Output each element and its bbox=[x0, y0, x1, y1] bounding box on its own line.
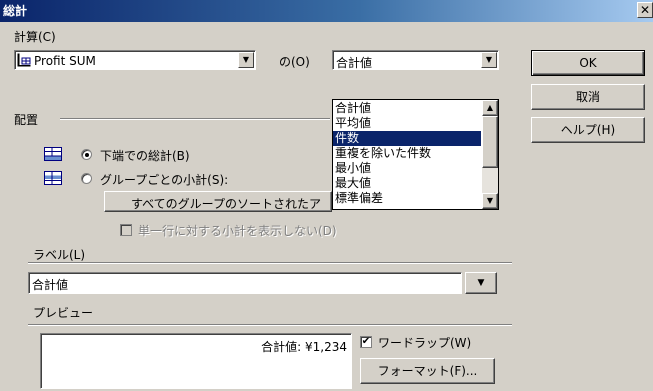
chevron-down-icon[interactable]: ▼ bbox=[481, 52, 497, 68]
chevron-down-icon: ▼ bbox=[477, 278, 485, 288]
scroll-down-icon[interactable]: ▼ bbox=[482, 193, 498, 209]
label-dropdown-button[interactable]: ▼ bbox=[465, 272, 497, 294]
dropdown-scrollbar[interactable]: ▲ ▼ bbox=[482, 100, 498, 209]
preview-text: 合計値: ¥1,234 bbox=[261, 340, 347, 354]
function-select-value: 合計値 bbox=[336, 56, 373, 70]
window-title: 総計 bbox=[3, 4, 28, 18]
placement-divider bbox=[60, 118, 330, 120]
radio-bottom-total[interactable] bbox=[81, 149, 92, 160]
hide-single-row-checkbox[interactable] bbox=[120, 224, 132, 236]
group-select-value: すべてのグループのソートされたア bbox=[131, 197, 321, 211]
field-select-value: Profit SUM bbox=[34, 54, 96, 68]
dropdown-option[interactable]: 最大値 bbox=[333, 176, 481, 191]
of-label: の(O) bbox=[279, 55, 310, 69]
label-divider bbox=[28, 262, 512, 264]
preview-label: プレビュー bbox=[33, 306, 94, 320]
dropdown-option[interactable]: 平均値 bbox=[333, 116, 481, 131]
group-select[interactable]: すべてのグループのソートされたア bbox=[104, 191, 332, 212]
cancel-button[interactable]: 取消 bbox=[531, 84, 645, 110]
chevron-down-icon[interactable]: ▼ bbox=[238, 52, 254, 68]
field-select[interactable]: Profit SUM ▼ bbox=[14, 50, 256, 70]
label-input-value: 合計値 bbox=[32, 278, 69, 292]
close-button[interactable]: ✕ bbox=[637, 2, 653, 18]
preview-box: 合計値: ¥1,234 bbox=[40, 333, 352, 389]
scroll-thumb[interactable] bbox=[482, 116, 498, 168]
wordwrap-checkbox[interactable]: ✔ bbox=[360, 336, 372, 348]
dropdown-option[interactable]: 重複を除いた件数 bbox=[333, 146, 481, 161]
grid-bottom-icon bbox=[44, 147, 62, 161]
format-button[interactable]: フォーマット(F)... bbox=[360, 358, 495, 384]
label-input[interactable]: 合計値 bbox=[28, 272, 462, 294]
wordwrap-label[interactable]: ワードラップ(W) bbox=[378, 334, 471, 351]
dropdown-option[interactable]: 最小値 bbox=[333, 161, 481, 176]
calc-label: 計算(C) bbox=[14, 30, 56, 44]
radio-bottom-total-label[interactable]: 下端での総計(B) bbox=[100, 147, 190, 164]
dropdown-option[interactable]: 合計値 bbox=[333, 101, 481, 116]
title-bar: 総計 ✕ bbox=[0, 0, 653, 22]
radio-group-subtotal-label[interactable]: グループごとの小計(S): bbox=[100, 171, 228, 188]
grid-group-icon bbox=[44, 171, 62, 185]
radio-group-subtotal[interactable] bbox=[81, 173, 92, 184]
label-section-label: ラベル(L) bbox=[33, 248, 86, 262]
scroll-up-icon[interactable]: ▲ bbox=[482, 100, 498, 116]
preview-divider bbox=[28, 324, 512, 326]
dropdown-option[interactable]: 標準偏差 bbox=[333, 191, 481, 206]
hide-single-row-label: 単一行に対する小計を表示しない(D) bbox=[138, 224, 337, 238]
help-button[interactable]: ヘルプ(H) bbox=[531, 117, 645, 143]
function-dropdown-list[interactable]: 合計値 平均値 件数 重複を除いた件数 最小値 最大値 標準偏差 ▲ ▼ bbox=[332, 99, 499, 210]
placement-label: 配置 bbox=[14, 113, 39, 127]
field-table-icon bbox=[17, 53, 31, 67]
dropdown-option[interactable]: 件数 bbox=[333, 131, 481, 146]
ok-button[interactable]: OK bbox=[531, 50, 645, 76]
function-select[interactable]: 合計値 ▼ bbox=[332, 50, 499, 70]
